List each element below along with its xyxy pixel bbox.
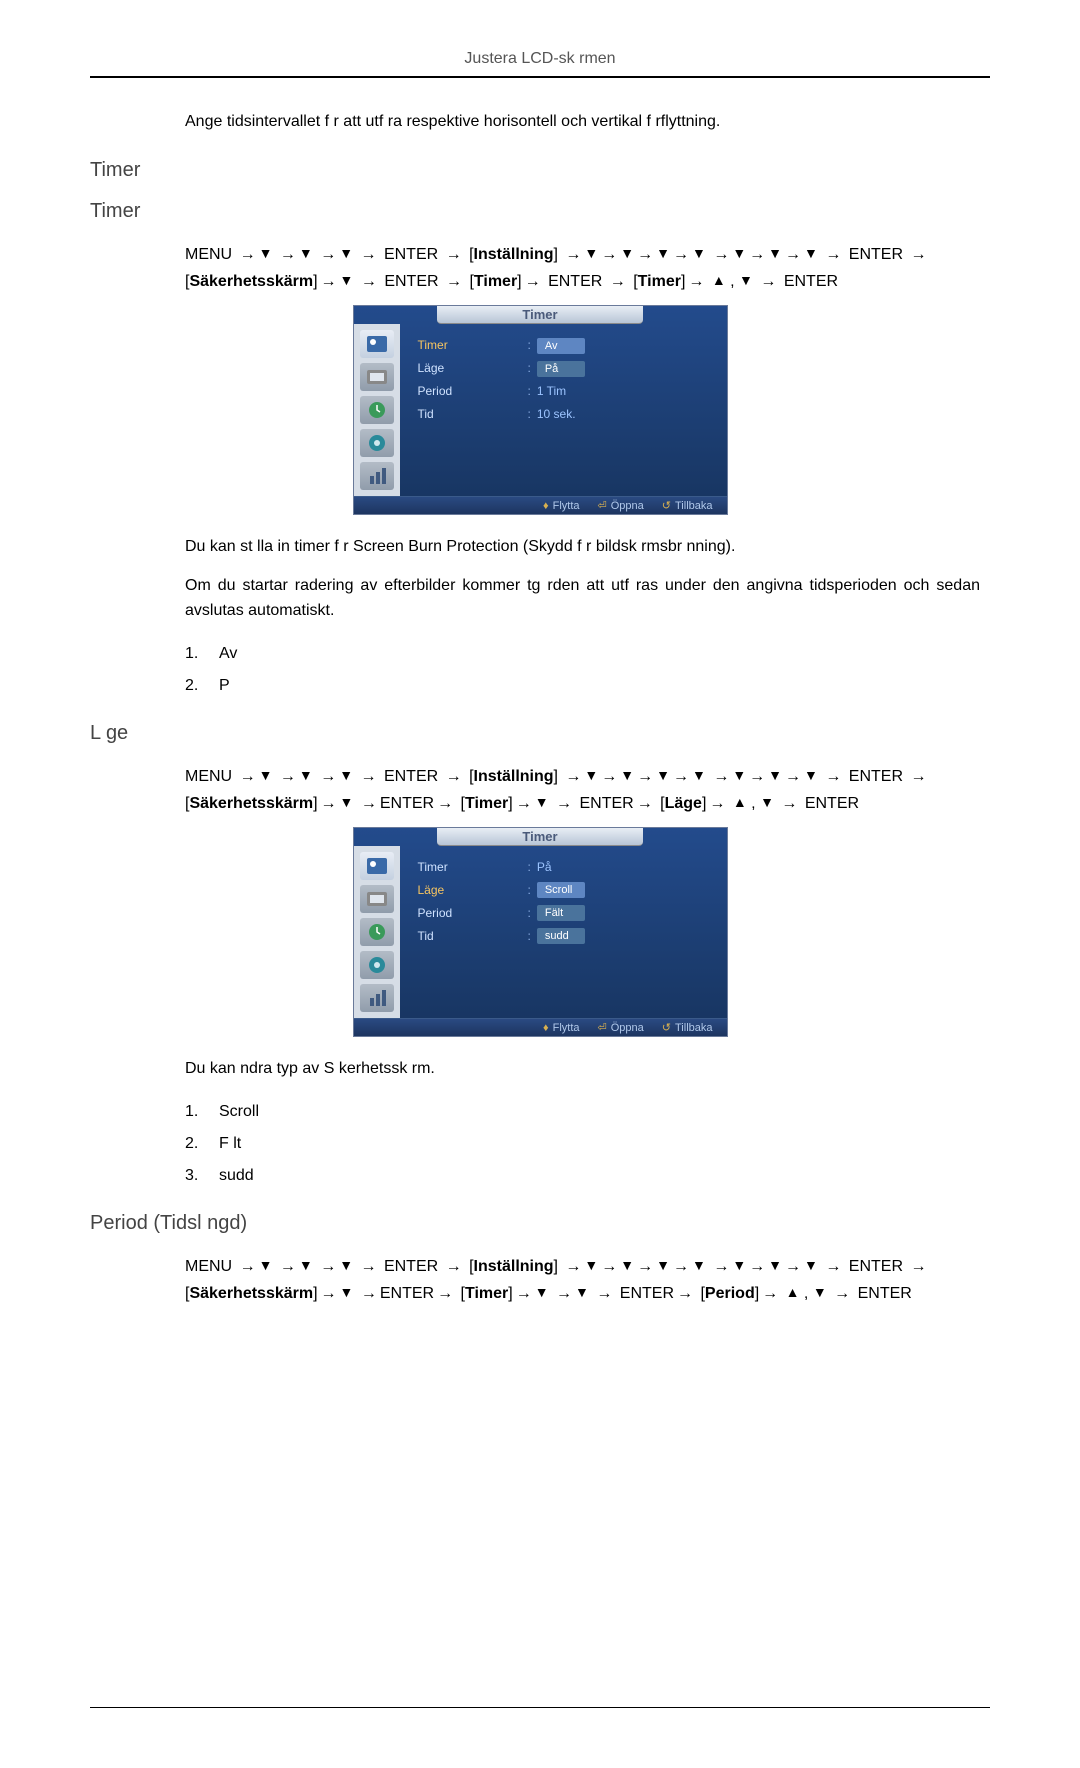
intro-text: Ange tidsintervallet f r att utf ra resp… (185, 113, 990, 131)
nav-path-timer: MENU →▼ →▼ →▼ → ENTER → [Inställning] →▼… (185, 241, 980, 295)
timer-list: 1.Av 2.P (185, 638, 990, 702)
nav-enter: ENTER (384, 768, 438, 785)
page-footer-rule (90, 1707, 990, 1708)
osd-lbl-period: Period (418, 380, 528, 403)
nav-timer-br2: Timer (638, 273, 681, 290)
osd-footer-oppna: Öppna (611, 500, 644, 512)
osd-row-lage: Läge : Scroll (418, 879, 713, 902)
list-item: 2.F lt (185, 1128, 990, 1160)
section-timer-outer: Timer (90, 159, 990, 182)
nav-path-period: MENU →▼ →▼ →▼ → ENTER → [Inställning] →▼… (185, 1253, 980, 1307)
nav-enter: ENTER (849, 768, 903, 785)
timer-desc-2: Om du startar radering av efterbilder ko… (185, 574, 980, 624)
nav-enter: ENTER (380, 795, 434, 812)
page-header: Justera LCD-sk rmen (90, 50, 990, 78)
osd-row-period: Period :1 Tim (418, 380, 713, 403)
nav-path-lage: MENU →▼ →▼ →▼ → ENTER → [Inställning] →▼… (185, 763, 980, 817)
screen-icon (360, 885, 394, 913)
osd-lage-panel: Timer Timer :På Läge : (353, 827, 728, 1037)
osd-footer-flytta: Flytta (553, 500, 580, 512)
nav-timer-br1: Timer (474, 273, 517, 290)
osd-val-scroll: Scroll (537, 882, 585, 898)
nav-timer-br: Timer (465, 795, 508, 812)
osd-val-pa: På (537, 361, 585, 377)
list-item: 1.Scroll (185, 1096, 990, 1128)
osd-footer: ♦Flytta ⏎Öppna ↺Tillbaka (354, 1018, 727, 1036)
osd-row-timer: Timer :På (418, 856, 713, 879)
gear-icon (360, 951, 394, 979)
nav-sakerhetsskarm: Säkerhetsskärm (189, 795, 313, 812)
lage-list: 1.Scroll 2.F lt 3.sudd (185, 1096, 990, 1192)
osd-row-timer: Timer : Av (418, 334, 713, 357)
picture-icon (360, 852, 394, 880)
clock-icon (360, 396, 394, 424)
nav-menu: MENU (185, 246, 232, 263)
screen-icon (360, 363, 394, 391)
osd-footer-tillbaka: Tillbaka (675, 1022, 713, 1034)
nav-enter: ENTER (858, 1285, 912, 1302)
nav-enter: ENTER (620, 1285, 674, 1302)
osd-val-sudd: sudd (537, 928, 585, 944)
osd-lbl-lage: Läge (418, 357, 528, 380)
osd-icon-rail (354, 846, 400, 1018)
clock-icon (360, 918, 394, 946)
nav-sakerhetsskarm: Säkerhetsskärm (189, 273, 313, 290)
osd-lbl-timer: Timer (418, 856, 528, 879)
picture-icon (360, 330, 394, 358)
nav-period-br: Period (705, 1285, 755, 1302)
nav-timer-br: Timer (465, 1285, 508, 1302)
timer-desc-1: Du kan st lla in timer f r Screen Burn P… (185, 535, 980, 560)
osd-row-tid: Tid :10 sek. (418, 403, 713, 426)
osd-lage-title: Timer (437, 828, 642, 846)
lage-desc: Du kan ndra typ av S kerhetssk rm. (185, 1057, 980, 1082)
nav-installning: Inställning (474, 768, 554, 785)
osd-lbl-lage: Läge (418, 879, 528, 902)
osd-lbl-period: Period (418, 902, 528, 925)
osd-lbl-timer: Timer (418, 334, 528, 357)
osd-footer-oppna: Öppna (611, 1022, 644, 1034)
osd-footer-flytta: Flytta (553, 1022, 580, 1034)
osd-val-tid: 10 sek. (537, 403, 576, 426)
osd-val-period: 1 Tim (537, 380, 566, 403)
nav-enter: ENTER (805, 795, 859, 812)
osd-lbl-tid: Tid (418, 925, 528, 948)
nav-installning: Inställning (474, 1258, 554, 1275)
section-lage: L ge (90, 722, 990, 745)
list-item: 2.P (185, 670, 990, 702)
nav-enter-3: ENTER (384, 273, 438, 290)
nav-menu: MENU (185, 768, 232, 785)
nav-menu: MENU (185, 1258, 232, 1275)
chart-icon (360, 462, 394, 490)
osd-icon-rail (354, 324, 400, 496)
nav-installning: Inställning (474, 246, 554, 263)
osd-val-timer: På (537, 856, 552, 879)
osd-footer: ♦Flytta ⏎Öppna ↺Tillbaka (354, 496, 727, 514)
gear-icon (360, 429, 394, 457)
nav-enter: ENTER (380, 1285, 434, 1302)
nav-sakerhetsskarm: Säkerhetsskärm (189, 1285, 313, 1302)
osd-row-period: Period : Fält (418, 902, 713, 925)
nav-enter-4: ENTER (548, 273, 602, 290)
chart-icon (360, 984, 394, 1012)
osd-lbl-tid: Tid (418, 403, 528, 426)
section-period: Period (Tidsl ngd) (90, 1212, 990, 1235)
list-item: 3.sudd (185, 1160, 990, 1192)
osd-row-lage: Läge : På (418, 357, 713, 380)
section-timer-inner: Timer (90, 200, 990, 223)
osd-timer-title: Timer (437, 306, 642, 324)
osd-timer-panel: Timer Timer : Av (353, 305, 728, 515)
nav-enter: ENTER (384, 1258, 438, 1275)
list-item: 1.Av (185, 638, 990, 670)
nav-enter-5: ENTER (784, 273, 838, 290)
nav-lage-br: Läge (665, 795, 702, 812)
osd-row-tid: Tid : sudd (418, 925, 713, 948)
nav-enter: ENTER (384, 246, 438, 263)
nav-enter: ENTER (849, 1258, 903, 1275)
nav-enter-2: ENTER (849, 246, 903, 263)
osd-val-av: Av (537, 338, 585, 354)
osd-val-falt: Fält (537, 905, 585, 921)
nav-enter: ENTER (579, 795, 633, 812)
osd-footer-tillbaka: Tillbaka (675, 500, 713, 512)
